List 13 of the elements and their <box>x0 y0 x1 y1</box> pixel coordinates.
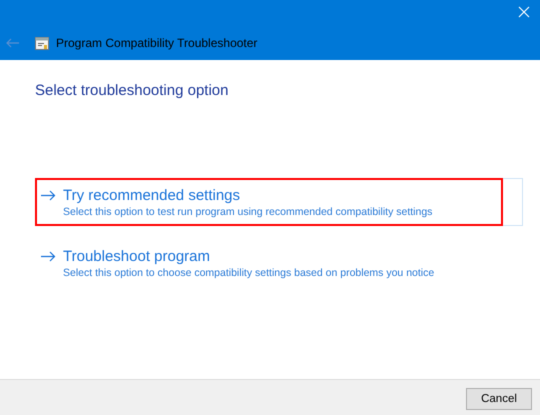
page-heading: Select troubleshooting option <box>35 82 230 99</box>
cancel-button[interactable]: Cancel <box>466 388 532 410</box>
arrow-icon <box>41 251 56 262</box>
window-title: Program Compatibility Troubleshooter <box>56 36 258 50</box>
option-description: Select this option to choose compatibility settings based on problems you notice <box>62 267 436 279</box>
option-title: Troubleshoot program <box>63 248 210 265</box>
option-description: Select this option to test run program using recommended compatibility settings <box>62 206 434 218</box>
option-link[interactable]: Troubleshoot program Select this option to choose compatibility settings based on problems you notice <box>35 239 523 287</box>
arrow-icon <box>41 190 56 201</box>
close-icon[interactable] <box>518 6 530 18</box>
option-title: Try recommended settings <box>63 187 240 204</box>
option-link[interactable]: Try recommended settings Select this option to test run program using recommended compatibility settings <box>35 178 523 226</box>
app-icon <box>35 36 49 50</box>
